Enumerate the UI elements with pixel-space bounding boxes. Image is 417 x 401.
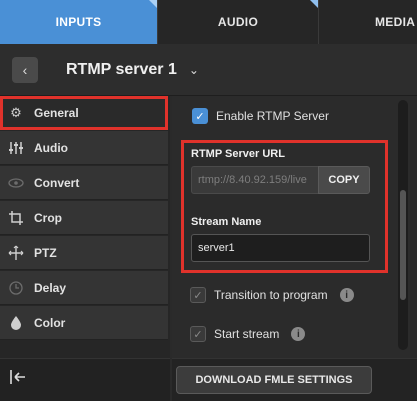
tab-inputs-label: INPUTS [55, 15, 102, 29]
start-stream-checkbox[interactable]: ✓ [190, 326, 206, 342]
enable-rtmp-label: Enable RTMP Server [216, 109, 329, 123]
stream-name-input[interactable]: server1 [191, 234, 370, 262]
rtmp-url-value: rtmp://8.40.92.159/live [198, 174, 307, 186]
sidebar-item-label: Delay [34, 280, 67, 295]
settings-sidebar: ⚙ General Audio Convert Crop PTZ Delay C… [0, 96, 170, 401]
scrollbar-thumb[interactable] [400, 190, 406, 300]
start-stream-label: Start stream [214, 327, 280, 341]
tab-corner-marker [310, 0, 318, 8]
tab-corner-marker [149, 0, 157, 8]
tab-media-label: MEDIA [375, 15, 416, 29]
input-header: ‹ RTMP server 1 ⌄ [0, 44, 417, 96]
sliders-icon [8, 140, 24, 156]
transition-checkbox[interactable]: ✓ [190, 287, 206, 303]
sidebar-item-ptz[interactable]: PTZ [0, 236, 168, 270]
download-button-label: DOWNLOAD FMLE SETTINGS [195, 374, 353, 386]
enable-rtmp-row[interactable]: ✓ Enable RTMP Server [192, 108, 329, 124]
sidebar-item-label: Audio [34, 140, 68, 155]
copy-button[interactable]: COPY [318, 166, 370, 194]
tab-media[interactable]: MEDIA [319, 0, 417, 44]
collapse-left-icon[interactable] [10, 370, 26, 389]
move-icon [8, 245, 24, 261]
chevron-left-icon: ‹ [22, 61, 28, 78]
clock-icon [8, 280, 24, 296]
sidebar-item-label: General [34, 105, 79, 120]
crop-icon [8, 210, 24, 226]
stream-name-value: server1 [198, 242, 235, 254]
enable-rtmp-checkbox[interactable]: ✓ [192, 108, 208, 124]
stream-name-label: Stream Name [191, 216, 262, 228]
transition-row[interactable]: ✓ Transition to program i [190, 287, 354, 303]
info-icon[interactable]: i [339, 288, 354, 302]
sidebar-item-label: Convert [34, 175, 80, 190]
chevron-down-icon[interactable]: ⌄ [189, 63, 199, 77]
droplet-icon [8, 315, 24, 331]
sidebar-item-color[interactable]: Color [0, 306, 168, 340]
sidebar-item-label: PTZ [34, 245, 57, 260]
sidebar-item-delay[interactable]: Delay [0, 271, 168, 305]
sidebar-item-audio[interactable]: Audio [0, 131, 168, 165]
transition-label: Transition to program [214, 288, 328, 302]
top-tab-bar: INPUTS AUDIO MEDIA [0, 0, 417, 44]
tab-audio[interactable]: AUDIO [158, 0, 319, 44]
rtmp-url-label: RTMP Server URL [191, 148, 285, 160]
tab-audio-label: AUDIO [217, 15, 259, 29]
back-button[interactable]: ‹ [12, 56, 38, 83]
sidebar-item-convert[interactable]: Convert [0, 166, 168, 200]
gear-icon: ⚙ [10, 104, 22, 120]
page-title: RTMP server 1 [66, 60, 177, 78]
rtmp-url-field[interactable]: rtmp://8.40.92.159/live [191, 166, 319, 194]
sidebar-item-label: Color [34, 315, 66, 330]
tab-inputs[interactable]: INPUTS [0, 0, 158, 44]
eye-icon [8, 175, 24, 191]
copy-button-label: COPY [328, 174, 360, 186]
info-icon[interactable]: i [291, 327, 306, 341]
sidebar-item-general[interactable]: ⚙ General [0, 96, 168, 130]
download-fmle-settings-button[interactable]: DOWNLOAD FMLE SETTINGS [176, 366, 372, 394]
sidebar-item-label: Crop [34, 210, 62, 225]
start-stream-row[interactable]: ✓ Start stream i [190, 326, 306, 342]
sidebar-item-crop[interactable]: Crop [0, 201, 168, 235]
